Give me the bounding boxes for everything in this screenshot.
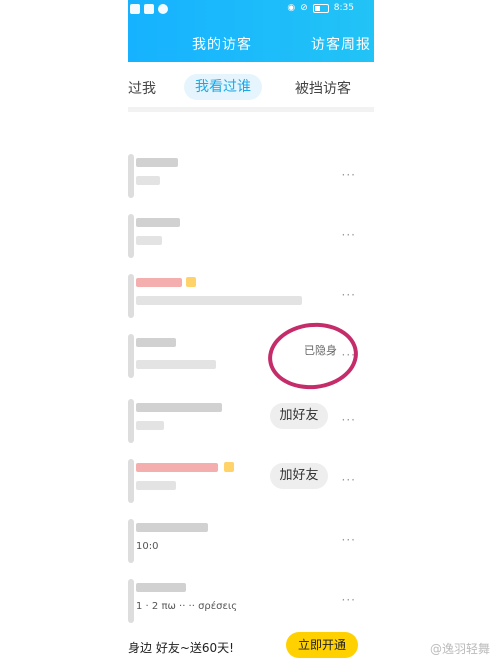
- more-icon[interactable]: ···: [342, 168, 356, 182]
- blurred-detail: [136, 176, 160, 185]
- promo-text: 身边 好友~送60天!: [128, 641, 234, 655]
- list-item[interactable]: ···: [128, 150, 374, 208]
- avatar: [128, 334, 134, 378]
- vip-badge-icon: [186, 277, 196, 287]
- partial-detail: 10:0: [136, 541, 159, 552]
- section-divider: [128, 107, 374, 112]
- list-item[interactable]: ···: [128, 270, 374, 328]
- open-vip-button[interactable]: 立即开通: [286, 632, 358, 658]
- blurred-name: [136, 218, 180, 227]
- avatar: [128, 459, 134, 503]
- watermark: @逸羽轻舞: [429, 642, 490, 656]
- avatar: [128, 399, 134, 443]
- tab-blocked-visitors[interactable]: 被挡访客: [295, 78, 351, 98]
- blurred-name: [136, 158, 178, 167]
- blurred-name: [136, 278, 182, 287]
- page-title: 我的访客: [192, 37, 252, 53]
- add-friend-button[interactable]: 加好友: [270, 463, 328, 489]
- list-item[interactable]: 10:0 ···: [128, 515, 374, 573]
- blurred-name: [136, 463, 218, 472]
- mute-icon: ⊘: [300, 3, 308, 13]
- more-icon[interactable]: ···: [342, 593, 356, 607]
- visitor-report-link[interactable]: 访客周报: [311, 34, 371, 54]
- more-icon[interactable]: ···: [342, 288, 356, 302]
- avatar: [128, 579, 134, 623]
- blurred-name: [136, 338, 176, 347]
- app-header: ◉ ⊘ 8:35 我的访客 访客周报: [128, 0, 374, 62]
- blurred-detail: [136, 296, 302, 305]
- vip-promo-bar: 身边 好友~送60天! 立即开通: [128, 624, 374, 667]
- tab-i-visited[interactable]: 我看过谁: [184, 74, 262, 100]
- partial-detail: 1 · 2 πω ·· ·· σρέσεις: [136, 601, 238, 612]
- app-icon: [144, 4, 154, 14]
- blurred-detail: [136, 481, 176, 490]
- blurred-detail: [136, 236, 162, 245]
- list-item[interactable]: 加好友 ···: [128, 455, 374, 513]
- avatar: [128, 274, 134, 318]
- blurred-detail: [136, 360, 216, 369]
- status-bar: ◉ ⊘ 8:35: [128, 0, 374, 20]
- status-time: 8:35: [333, 3, 354, 13]
- avatar: [128, 154, 134, 198]
- shield-icon: [158, 4, 168, 14]
- vip-badge-icon: [224, 462, 234, 472]
- list-item[interactable]: 加好友 ···: [128, 395, 374, 453]
- blurred-name: [136, 523, 208, 532]
- eye-icon: ◉: [287, 3, 296, 13]
- blurred-name: [136, 583, 186, 592]
- avatar: [128, 214, 134, 258]
- list-item[interactable]: ···: [128, 210, 374, 268]
- avatar: [128, 519, 134, 563]
- battery-icon: [312, 3, 329, 13]
- tab-bar: 过我 我看过谁 被挡访客: [128, 62, 374, 108]
- tab-visited-me[interactable]: 过我: [128, 78, 156, 98]
- blurred-name: [136, 403, 222, 412]
- more-icon[interactable]: ···: [342, 413, 356, 427]
- more-icon[interactable]: ···: [342, 533, 356, 547]
- add-friend-button[interactable]: 加好友: [270, 403, 328, 429]
- more-icon[interactable]: ···: [342, 228, 356, 242]
- notification-icon: [130, 4, 140, 14]
- more-icon[interactable]: ···: [342, 473, 356, 487]
- blurred-detail: [136, 421, 164, 430]
